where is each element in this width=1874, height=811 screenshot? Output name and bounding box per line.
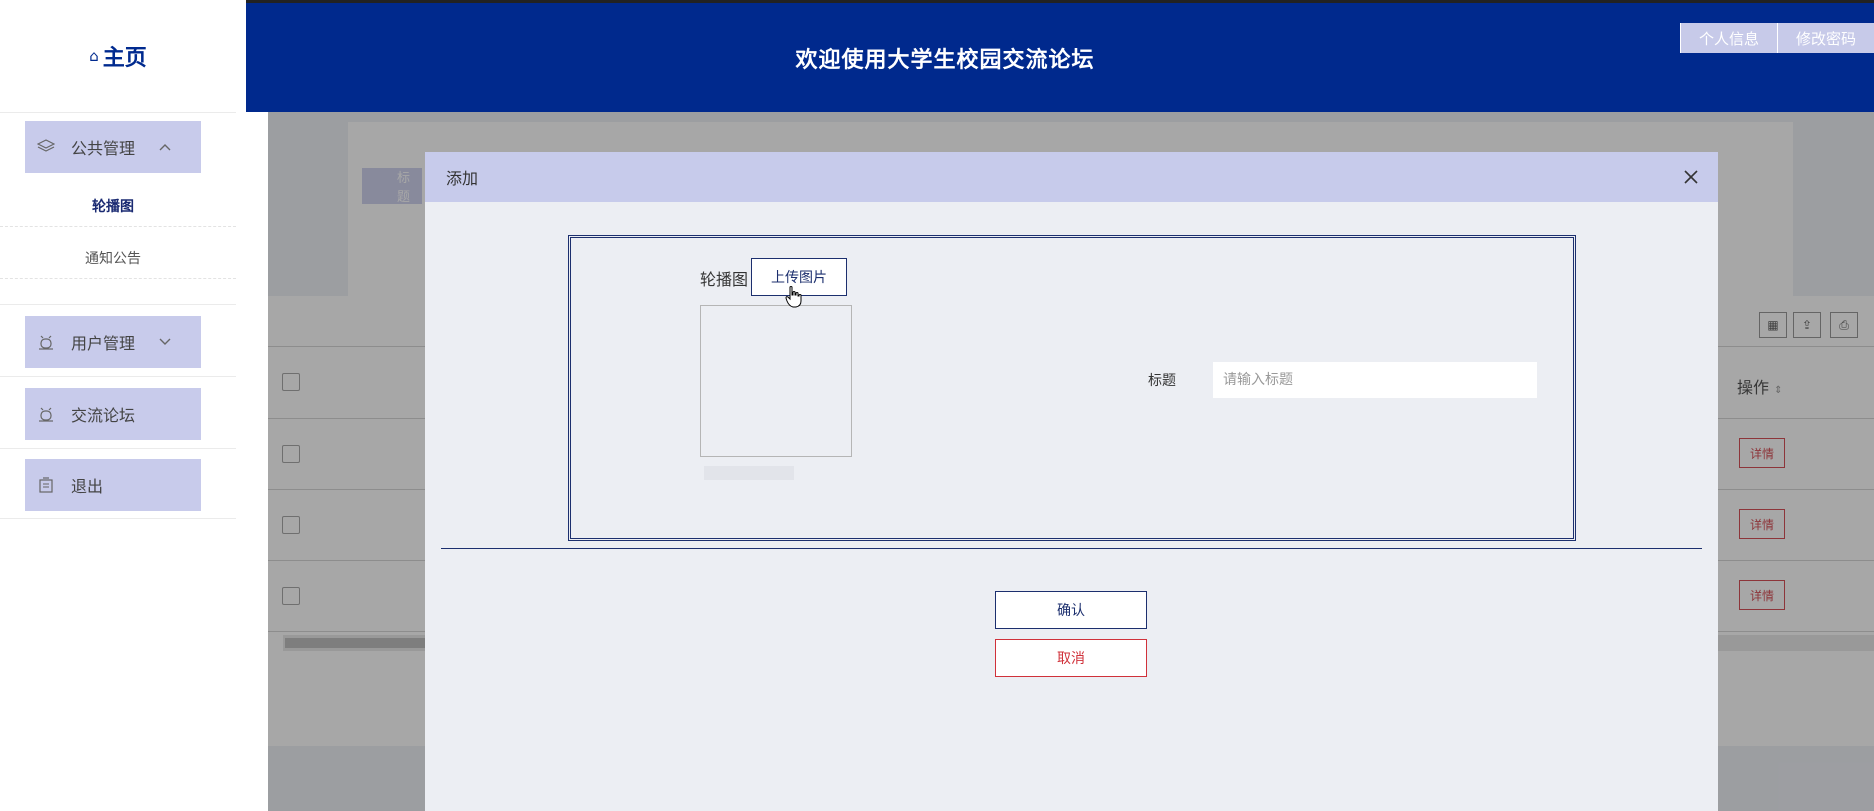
close-icon[interactable] [1678,164,1704,190]
home-link[interactable]: ⌂ 主页 [0,0,236,112]
cancel-button[interactable]: 取消 [995,639,1147,677]
menu-group-label: 公共管理 [71,139,136,158]
divider [0,112,236,113]
menu-group-public[interactable]: 公共管理 [25,121,201,173]
chevron-up-icon [159,140,171,154]
menu-group-label: 用户管理 [71,334,136,353]
menu-group-users[interactable]: 用户管理 [25,316,201,368]
layers-icon [37,138,55,156]
menu-group-logout[interactable]: 退出 [25,459,201,511]
menu-group-label: 退出 [71,477,104,496]
divider [0,226,236,227]
divider [0,518,236,519]
add-dialog: 添加 [425,152,1718,811]
chevron-down-icon [159,335,171,349]
divider [0,304,236,305]
header-actions: 个人信息 修改密码 [1679,23,1874,53]
carousel-image-label: 轮播图 [700,270,749,289]
title-field-label: 标题 [1148,373,1176,389]
image-preview-caption [704,466,794,480]
document-icon [37,476,55,494]
submenu-item-notices[interactable]: 通知公告 [0,248,226,268]
divider [0,448,236,449]
home-icon: ⌂ [89,47,99,65]
confirm-button[interactable]: 确认 [995,591,1147,629]
alarm-icon [37,333,55,351]
title-input[interactable] [1213,362,1537,398]
menu-group-forum[interactable]: 交流论坛 [25,388,201,440]
profile-button[interactable]: 个人信息 [1679,23,1777,53]
sidebar: ⌂ 主页 公共管理 轮播图 通知公告 用户管理 交流论坛 退出 [0,0,246,811]
alarm-icon [37,405,55,423]
form-divider [441,548,1702,549]
dialog-title: 添加 [446,169,479,188]
dialog-header: 添加 [425,152,1718,202]
home-label: 主页 [102,46,147,71]
menu-group-label: 交流论坛 [71,406,136,425]
hand-cursor-icon [785,286,802,308]
change-password-button[interactable]: 修改密码 [1776,23,1874,53]
image-preview [700,305,852,457]
divider [0,278,236,279]
submenu-item-carousel[interactable]: 轮播图 [0,196,226,216]
divider [0,376,236,377]
page-title: 欢迎使用大学生校园交流论坛 [795,47,1095,73]
header: 欢迎使用大学生校园交流论坛 个人信息 修改密码 [246,0,1874,112]
